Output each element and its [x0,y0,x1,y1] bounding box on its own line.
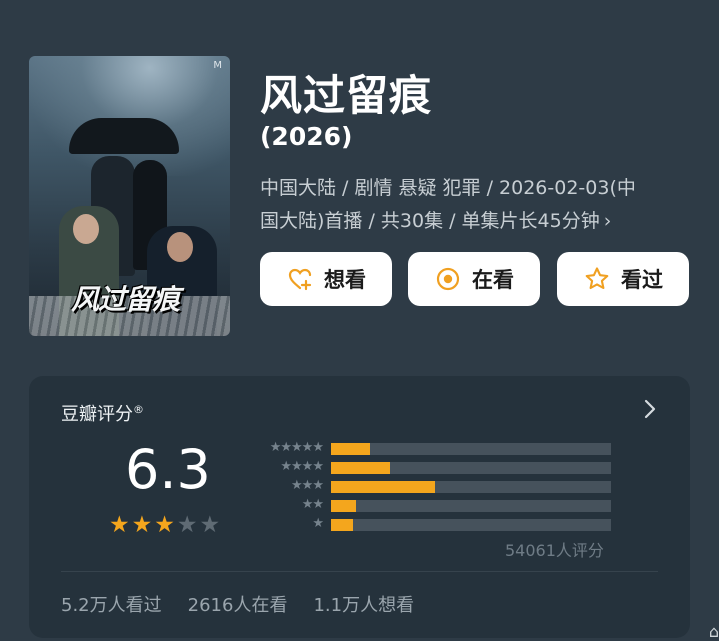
want-to-watch-label: 想看 [324,268,366,292]
star-empty-icon: ★ [199,512,221,538]
star-rating: ★ ★ ★ ★ ★ [109,514,220,537]
rating-bar-track [331,443,611,455]
rating-bar-row: ★★★★ [251,459,613,474]
rating-title: 豆瓣评分® [61,400,144,426]
rating-bar-row: ★★★ [251,478,613,493]
rating-bar-label: ★★★ [291,478,324,493]
poster-face [73,214,99,244]
rating-bar-track [331,462,611,474]
rating-bar-track [331,500,611,512]
rating-bar-fill [331,443,371,455]
meta-line: 国大陆)首播 / 共30集 / 单集片长45分钟 › [260,205,700,238]
rating-bar-label: ★★ [301,497,324,512]
rating-bar-track [331,519,611,531]
rating-bar-fill [331,481,435,493]
rating-bar-label: ★★★★★ [269,440,324,455]
want-to-watch-button[interactable]: 想看 [260,252,392,306]
rating-title-text: 豆瓣评分 [61,404,133,425]
rating-bar-fill [331,500,357,512]
chevron-right-icon[interactable]: › [604,210,612,232]
page-title: 风过留痕 [260,71,433,120]
rating-bar-fill [331,462,390,474]
show-meta[interactable]: 中国大陆 / 剧情 悬疑 犯罪 / 2026-02-03(中 国大陆)首播 / … [260,172,700,238]
rating-bar-row: ★★ [251,497,613,512]
watermark-icon: ⌂ [708,622,719,641]
target-circle-icon [436,267,460,291]
chevron-right-icon[interactable] [642,398,658,420]
heart-plus-icon [288,268,312,291]
want-count[interactable]: 1.1万人想看 [313,591,414,617]
rating-bar-label: ★ [312,516,324,531]
poster-mark: M [213,60,222,71]
watched-label: 看过 [621,268,663,292]
watched-count[interactable]: 5.2万人看过 [61,591,162,617]
rating-bar-fill [331,519,354,531]
watching-button[interactable]: 在看 [408,252,540,306]
audience-stats: 5.2万人看过 2616人在看 1.1万人想看 [61,591,414,617]
poster-title: 风过留痕 [71,283,180,316]
poster-face [167,232,193,262]
watching-count[interactable]: 2616人在看 [188,591,288,617]
poster-sky [29,56,230,176]
star-outline-icon [585,267,609,290]
rating-bar-track [331,481,611,493]
release-year: (2026) [260,122,353,151]
watching-label: 在看 [472,268,514,292]
rating-bar-row: ★ [251,516,613,531]
meta-line: 中国大陆 / 剧情 悬疑 犯罪 / 2026-02-03(中 [260,177,636,199]
rating-bar-row: ★★★★★ [251,440,613,455]
watched-button[interactable]: 看过 [557,252,689,306]
star-empty-icon: ★ [176,512,198,538]
divider [61,571,658,572]
star-filled-icon: ★ [109,512,130,538]
rating-score: 6.3 [125,438,211,501]
star-filled-icon: ★ [154,512,175,538]
rating-bar-label: ★★★★ [280,459,324,474]
meta-line-text: 国大陆)首播 / 共30集 / 单集片长45分钟 [260,210,600,232]
rating-card[interactable]: 豆瓣评分® 6.3 ★ ★ ★ ★ ★ ★★★★★ ★★★★ ★★★ ★★ ★ 54061人评分… [29,376,690,638]
poster-umbrella [69,118,179,154]
star-filled-icon: ★ [131,512,153,538]
poster-image[interactable]: M 风过留痕 [29,56,230,336]
rating-count: 54061人评分 [505,541,604,560]
registered-mark: ® [133,403,144,416]
